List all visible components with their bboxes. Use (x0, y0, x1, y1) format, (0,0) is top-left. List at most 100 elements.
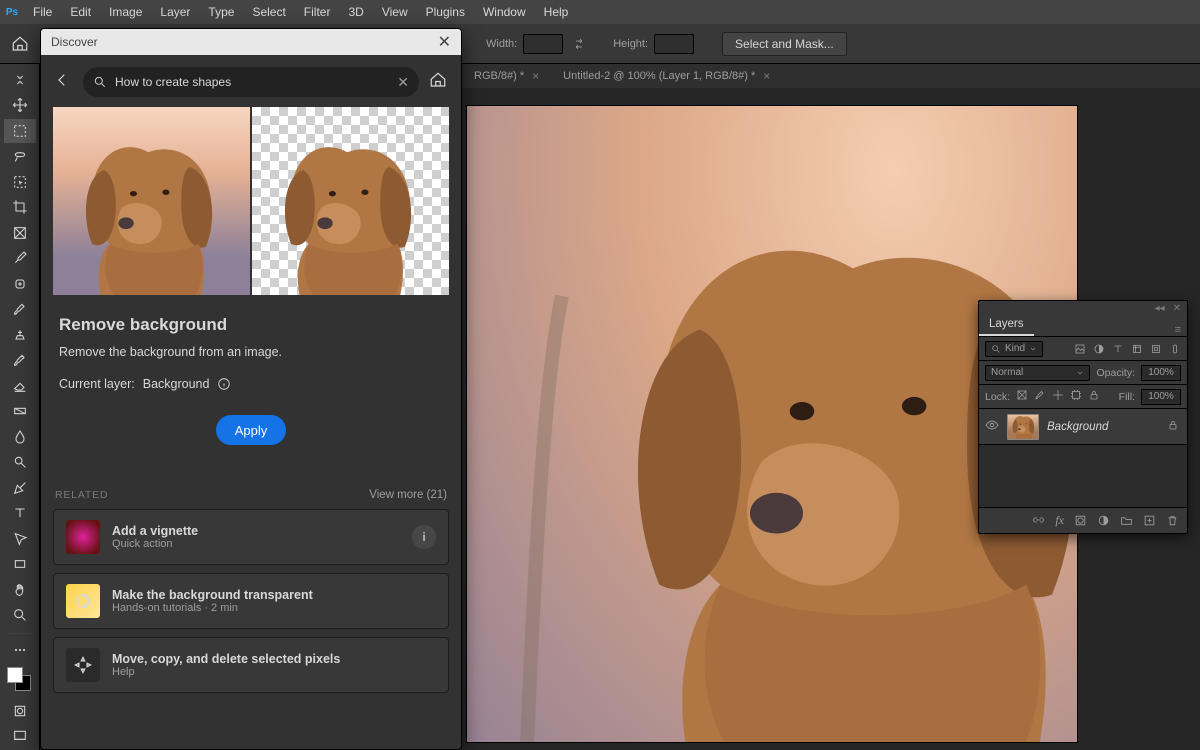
card-title: Move, copy, and delete selected pixels (112, 652, 340, 666)
link-layers-icon[interactable] (1032, 514, 1045, 527)
menu-type[interactable]: Type (199, 0, 243, 24)
screen-mode-icon[interactable] (4, 724, 36, 748)
menu-filter[interactable]: Filter (295, 0, 340, 24)
layer-style-icon[interactable]: fx (1055, 513, 1064, 528)
layer-list: Background (979, 409, 1187, 507)
lasso-tool[interactable] (4, 145, 36, 169)
adjustment-layer-icon[interactable] (1097, 514, 1110, 527)
menu-select[interactable]: Select (243, 0, 294, 24)
new-layer-icon[interactable] (1143, 514, 1156, 527)
pen-tool[interactable] (4, 476, 36, 500)
dodge-tool[interactable] (4, 451, 36, 475)
card-title: Add a vignette (112, 524, 198, 538)
info-icon[interactable] (217, 377, 231, 391)
expand-tools-icon[interactable] (4, 68, 36, 92)
foreground-background-swatch[interactable] (7, 667, 33, 692)
home-icon[interactable] (429, 71, 449, 94)
menu-view[interactable]: View (373, 0, 417, 24)
panel-menu-icon[interactable]: ≡ (1169, 324, 1187, 336)
menu-edit[interactable]: Edit (61, 0, 100, 24)
menu-layer[interactable]: Layer (151, 0, 199, 24)
path-selection-tool[interactable] (4, 527, 36, 551)
height-field[interactable] (654, 34, 694, 54)
filter-pixel-icon[interactable] (1074, 343, 1086, 355)
filter-toggle-icon[interactable] (1169, 343, 1181, 355)
menu-help[interactable]: Help (535, 0, 578, 24)
info-icon[interactable]: i (412, 525, 436, 549)
filter-smartobject-icon[interactable] (1150, 343, 1162, 355)
preview-before (53, 107, 250, 295)
menu-file[interactable]: File (24, 0, 61, 24)
history-brush-tool[interactable] (4, 349, 36, 373)
width-field[interactable] (523, 34, 563, 54)
opacity-field[interactable]: 100% (1141, 365, 1181, 381)
rectangle-tool[interactable] (4, 553, 36, 577)
delete-layer-icon[interactable] (1166, 514, 1179, 527)
select-and-mask-button[interactable]: Select and Mask... (722, 32, 847, 56)
apply-button[interactable]: Apply (216, 415, 286, 445)
card-thumb (66, 520, 100, 554)
quick-mask-icon[interactable] (4, 699, 36, 723)
filter-shape-icon[interactable] (1131, 343, 1143, 355)
layer-row-background[interactable]: Background (979, 409, 1187, 445)
menu-plugins[interactable]: Plugins (417, 0, 474, 24)
discover-search-box[interactable]: How to create shapes ✕ (83, 67, 419, 97)
lock-icon[interactable] (1167, 419, 1181, 434)
lock-pixels-icon[interactable] (1034, 389, 1046, 404)
close-icon[interactable]: × (532, 69, 539, 83)
close-icon[interactable]: ✕ (1173, 303, 1181, 314)
related-label: RELATED (55, 489, 108, 501)
lock-artboard-icon[interactable] (1070, 389, 1082, 404)
toolbox-separator (7, 633, 33, 634)
discover-titlebar: Discover ✕ (41, 29, 461, 55)
collapse-icon[interactable]: ◂◂ (1155, 303, 1165, 314)
crop-tool[interactable] (4, 196, 36, 220)
lock-position-icon[interactable] (1052, 389, 1064, 404)
edit-toolbar-icon[interactable] (4, 638, 36, 662)
group-icon[interactable] (1120, 514, 1133, 527)
visibility-icon[interactable] (985, 418, 999, 435)
layers-panel: ◂◂ ✕ Layers ≡ Kind Normal Opacity: 100% … (978, 300, 1188, 534)
zoom-tool[interactable] (4, 604, 36, 628)
menu-window[interactable]: Window (474, 0, 535, 24)
layers-tab[interactable]: Layers (979, 314, 1034, 336)
eraser-tool[interactable] (4, 374, 36, 398)
filter-type-icon[interactable] (1112, 343, 1124, 355)
move-tool[interactable] (4, 94, 36, 118)
related-card-move-copy-delete[interactable]: Move, copy, and delete selected pixels H… (53, 637, 449, 693)
filter-kind-dropdown[interactable]: Kind (985, 341, 1043, 357)
related-card-vignette[interactable]: Add a vignette Quick action i (53, 509, 449, 565)
clone-stamp-tool[interactable] (4, 323, 36, 347)
close-icon[interactable]: ✕ (438, 32, 451, 52)
related-card-transparent-bg[interactable]: Make the background transparent Hands-on… (53, 573, 449, 629)
blur-tool[interactable] (4, 425, 36, 449)
type-tool[interactable] (4, 502, 36, 526)
lock-transparency-icon[interactable] (1016, 389, 1028, 404)
menu-3d[interactable]: 3D (339, 0, 372, 24)
width-label: Width: (486, 38, 517, 50)
layer-name[interactable]: Background (1047, 421, 1108, 433)
lock-all-icon[interactable] (1088, 389, 1100, 404)
close-icon[interactable]: × (763, 69, 770, 83)
home-icon[interactable] (0, 24, 40, 64)
document-tab-1[interactable]: RGB/8#) * × (460, 64, 549, 88)
eyedropper-tool[interactable] (4, 247, 36, 271)
filter-adjustment-icon[interactable] (1093, 343, 1105, 355)
menu-image[interactable]: Image (100, 0, 151, 24)
object-selection-tool[interactable] (4, 170, 36, 194)
gradient-tool[interactable] (4, 400, 36, 424)
discover-search-text: How to create shapes (115, 75, 231, 89)
clear-search-icon[interactable]: ✕ (397, 74, 409, 91)
frame-tool[interactable] (4, 221, 36, 245)
swap-icon[interactable] (569, 37, 589, 51)
back-icon[interactable] (53, 71, 73, 94)
document-tab-2[interactable]: Untitled-2 @ 100% (Layer 1, RGB/8#) * × (549, 64, 780, 88)
hand-tool[interactable] (4, 578, 36, 602)
fill-field[interactable]: 100% (1141, 389, 1181, 405)
blend-mode-dropdown[interactable]: Normal (985, 365, 1090, 381)
layer-mask-icon[interactable] (1074, 514, 1087, 527)
healing-brush-tool[interactable] (4, 272, 36, 296)
brush-tool[interactable] (4, 298, 36, 322)
view-more-link[interactable]: View more (21) (369, 489, 447, 501)
marquee-tool[interactable] (4, 119, 36, 143)
